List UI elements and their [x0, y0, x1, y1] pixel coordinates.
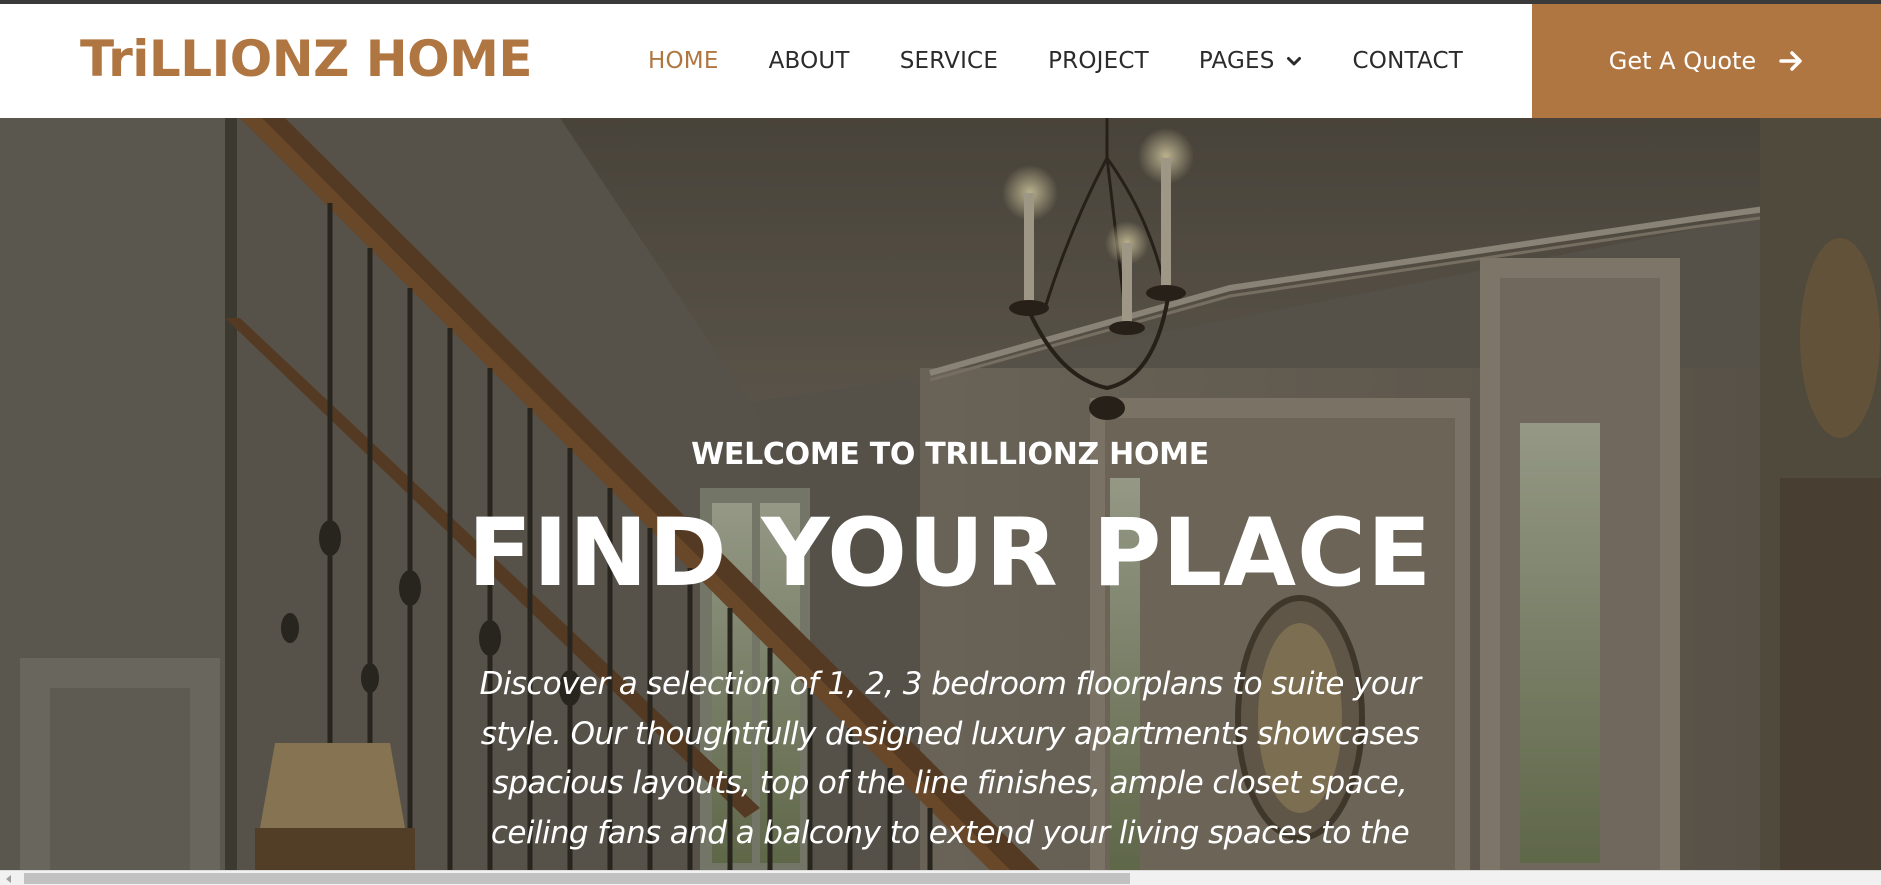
brand-logo[interactable]: TriLLIONZ HOME	[80, 24, 533, 94]
nav-item-pages[interactable]: PAGES	[1199, 48, 1303, 74]
nav-item-project[interactable]: PROJECT	[1048, 48, 1149, 74]
site-header: TriLLIONZ HOME HOME ABOUT SERVICE PROJEC…	[0, 4, 1881, 118]
hero-eyebrow: WELCOME TO TRILLIONZ HOME	[691, 437, 1209, 472]
chevron-down-icon	[1286, 57, 1301, 66]
scrollbar-thumb[interactable]	[24, 873, 1130, 884]
nav-item-contact[interactable]: CONTACT	[1353, 48, 1463, 74]
arrow-right-icon	[1779, 51, 1802, 71]
hero-section: WELCOME TO TRILLIONZ HOME FIND YOUR PLAC…	[0, 118, 1881, 870]
hero-title: FIND YOUR PLACE	[467, 499, 1433, 608]
get-a-quote-button[interactable]: Get A Quote	[1532, 4, 1881, 118]
hero-content: WELCOME TO TRILLIONZ HOME FIND YOUR PLAC…	[440, 436, 1460, 858]
get-a-quote-label: Get A Quote	[1608, 47, 1757, 75]
nav-item-service[interactable]: SERVICE	[900, 48, 998, 74]
main-nav: HOME ABOUT SERVICE PROJECT PAGES CONTACT	[648, 4, 1463, 118]
nav-item-pages-label: PAGES	[1198, 48, 1275, 74]
horizontal-scrollbar[interactable]	[0, 870, 1881, 885]
scroll-left-arrow-icon[interactable]	[0, 871, 18, 885]
nav-item-about[interactable]: ABOUT	[769, 48, 850, 74]
nav-item-home[interactable]: HOME	[648, 48, 719, 74]
hero-description: Discover a selection of 1, 2, 3 bedroom …	[479, 666, 1422, 851]
